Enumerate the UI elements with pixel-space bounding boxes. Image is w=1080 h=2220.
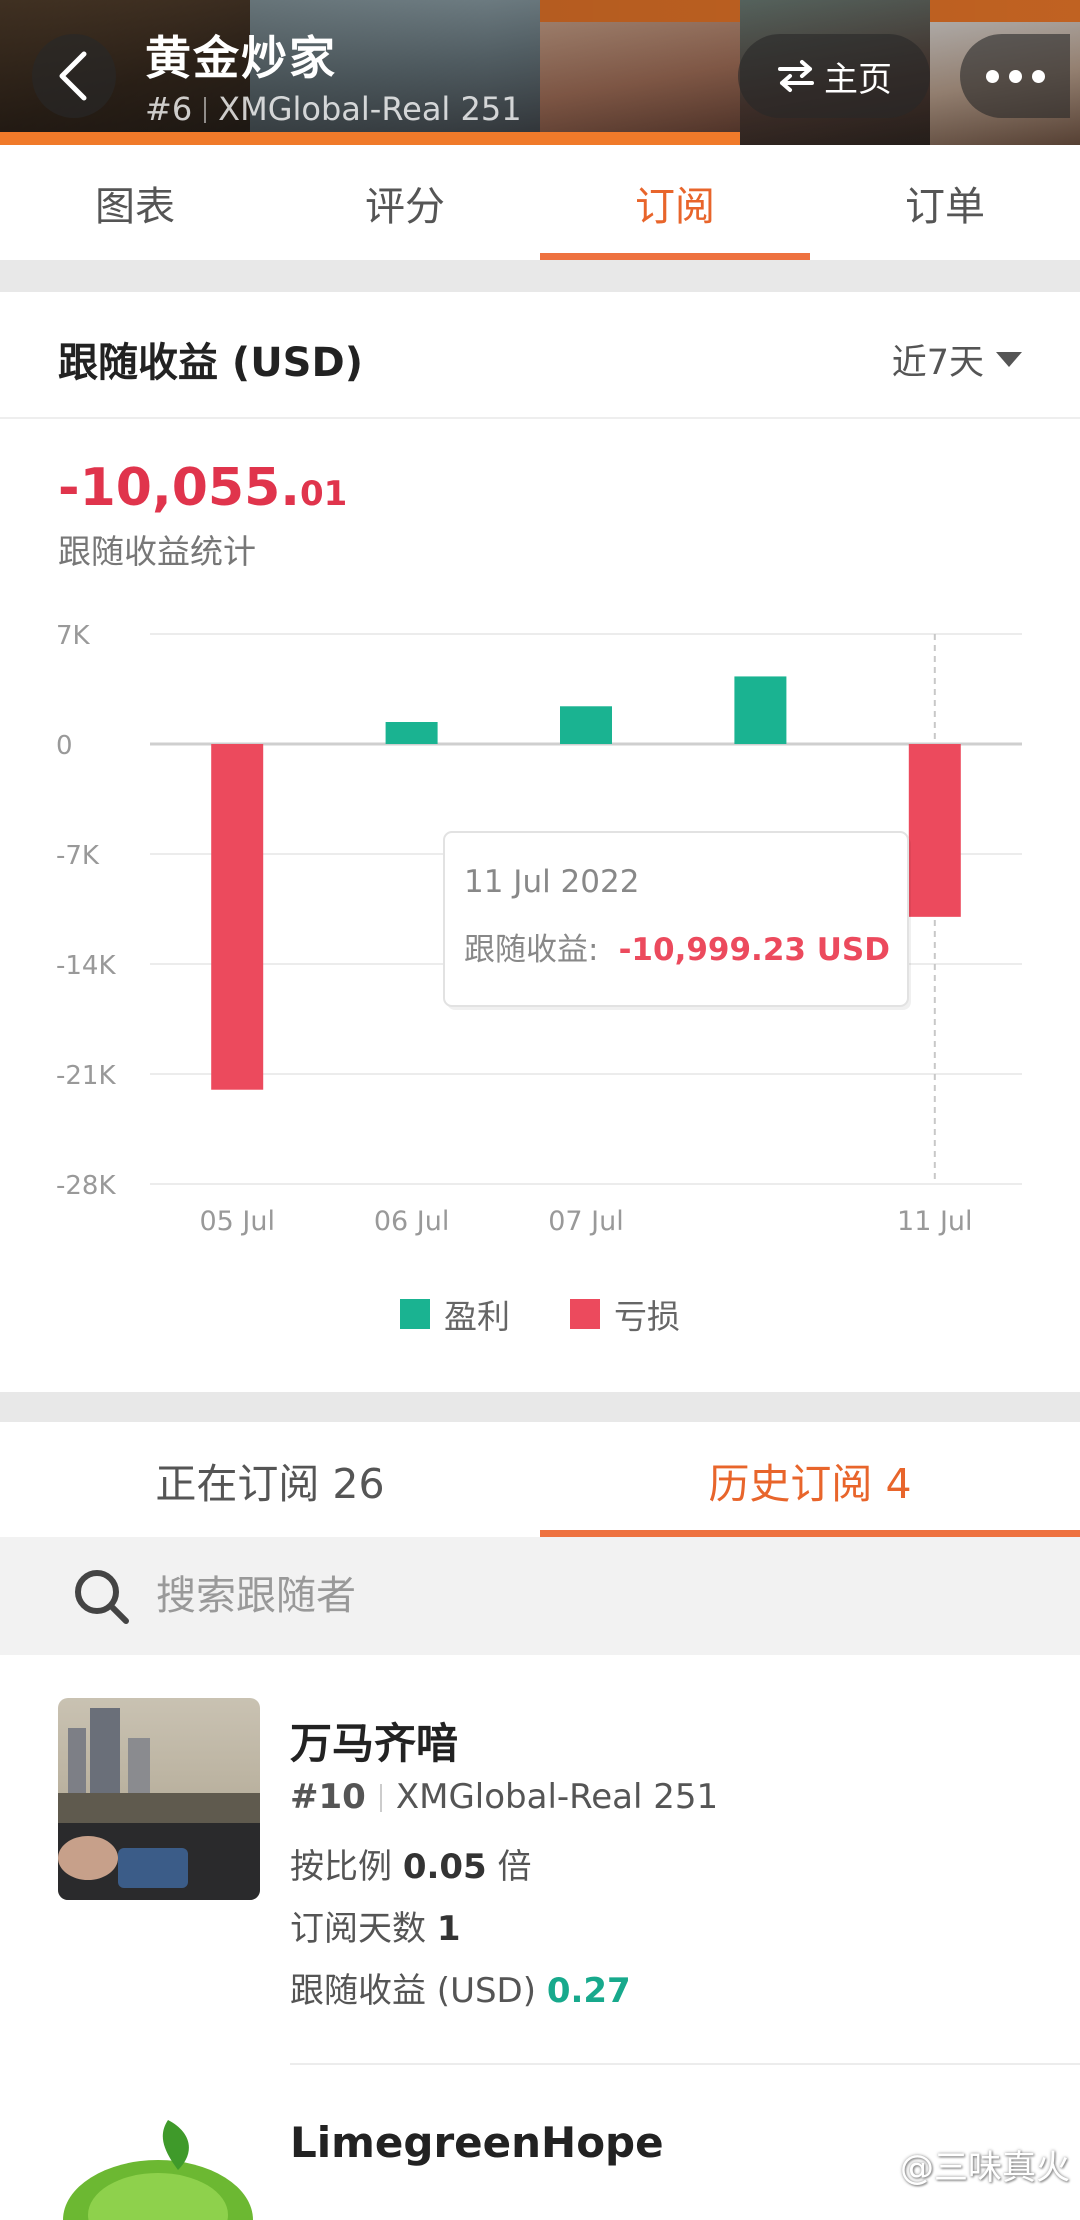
chart-bar xyxy=(908,744,961,917)
follower-ratio-line: 按比例 0.05 倍 xyxy=(290,1839,532,1888)
tab-orders[interactable]: 订单 xyxy=(810,145,1080,260)
list-divider xyxy=(290,2063,1080,2065)
search-icon xyxy=(75,1570,129,1624)
trader-subtitle: #6 XMGlobal-Real 251 xyxy=(145,90,522,128)
follower-rank: #10 xyxy=(290,1777,366,1817)
tooltip-label: 跟随收益: xyxy=(464,932,598,968)
x-tick-label: 11 Jul xyxy=(897,1206,973,1237)
x-tick-label: 05 Jul xyxy=(199,1206,275,1237)
lime-photo xyxy=(58,2110,260,2220)
legend-item-profit[interactable]: 盈利 xyxy=(400,1290,510,1338)
list-item[interactable]: 万马齐喑 #10 XMGlobal-Real 251 按比例 0.05 倍 订阅天… xyxy=(0,1655,1080,2065)
total-profit: -10,055.01 xyxy=(58,458,347,518)
tab-rating[interactable]: 评分 xyxy=(270,145,540,260)
x-tick-label: 07 Jul xyxy=(548,1206,624,1237)
follower-profit-line: 跟随收益 (USD) 0.27 xyxy=(290,1963,631,2012)
tab-subscription[interactable]: 订阅 xyxy=(540,145,810,260)
tooltip-date: 11 Jul 2022 xyxy=(464,864,639,900)
page-title: 黄金炒家 xyxy=(145,31,337,85)
ratio-label: 按比例 xyxy=(290,1847,392,1887)
chevron-left-icon xyxy=(59,51,87,101)
total-profit-decimals: 01 xyxy=(300,474,348,514)
follower-avatar xyxy=(58,1698,260,1900)
more-button[interactable] xyxy=(960,34,1070,118)
follower-days-line: 订阅天数 1 xyxy=(290,1901,460,1950)
main-tabs: 图表 评分 订阅 订单 xyxy=(0,145,1080,260)
tab-history-subscriptions[interactable]: 历史订阅 4 xyxy=(540,1422,1080,1537)
subscription-tabs: 正在订阅 26 历史订阅 4 xyxy=(0,1422,1080,1537)
ratio-value: 0.05 xyxy=(402,1847,487,1887)
profit-bar-chart[interactable]: 7K 0 -7K -14K -21K -28K 05 Jul 06 Jul 07 Jul 11 J… xyxy=(0,610,1080,1250)
header-accent-bar xyxy=(0,132,740,145)
more-dot-icon xyxy=(1008,69,1022,83)
back-button[interactable] xyxy=(32,34,116,118)
legend-item-loss[interactable]: 亏损 xyxy=(570,1290,680,1338)
section-divider xyxy=(0,1392,1080,1422)
y-tick-label: -14K xyxy=(56,951,116,981)
chart-bar xyxy=(211,744,264,1090)
trader-rank: #6 xyxy=(145,90,193,128)
y-tick-label: -7K xyxy=(56,841,100,871)
search-bar xyxy=(0,1537,1080,1655)
home-button[interactable]: 主页 xyxy=(738,34,930,118)
chart-tooltip xyxy=(443,831,909,1007)
trader-server: XMGlobal-Real 251 xyxy=(218,90,522,128)
legend-swatch-loss xyxy=(570,1299,600,1329)
watermark: @三味真火 xyxy=(900,2148,1070,2188)
chart-bar xyxy=(734,676,787,744)
days-label: 订阅天数 xyxy=(290,1909,426,1949)
period-label: 近7天 xyxy=(891,343,984,383)
ratio-unit: 倍 xyxy=(497,1847,532,1887)
follower-avatar[interactable] xyxy=(58,2110,260,2220)
follower-name: 万马齐喑 xyxy=(290,1719,459,1768)
total-profit-main: -10,055. xyxy=(58,458,300,518)
tab-chart[interactable]: 图表 xyxy=(0,145,270,260)
more-dot-icon xyxy=(985,69,999,83)
total-profit-label: 跟随收益统计 xyxy=(58,532,256,571)
chart-bar xyxy=(385,722,438,744)
y-tick-label: 7K xyxy=(56,621,91,651)
chart-legend: 盈利 亏损 xyxy=(0,1290,1080,1338)
follower-profit-value: 0.27 xyxy=(546,1971,631,2011)
tab-current-subscriptions[interactable]: 正在订阅 26 xyxy=(0,1422,540,1537)
more-dot-icon xyxy=(1031,69,1045,83)
follower-photo xyxy=(58,1698,260,1900)
y-tick-label: 0 xyxy=(56,731,73,761)
days-value: 1 xyxy=(436,1909,461,1949)
x-tick-label: 06 Jul xyxy=(374,1206,450,1237)
divider xyxy=(204,97,207,123)
chart-bar xyxy=(560,706,612,744)
follower-profit-label: 跟随收益 (USD) xyxy=(290,1971,536,2011)
follower-server: XMGlobal-Real 251 xyxy=(395,1777,719,1817)
swap-icon xyxy=(778,60,814,92)
legend-label-profit: 盈利 xyxy=(444,1297,510,1336)
follower-rank-line: #10 XMGlobal-Real 251 xyxy=(290,1777,718,1817)
home-button-label: 主页 xyxy=(824,59,892,100)
section-divider xyxy=(0,260,1080,292)
legend-label-loss: 亏损 xyxy=(614,1297,680,1336)
divider xyxy=(379,1784,382,1812)
tooltip-value: -10,999.23 USD xyxy=(619,932,890,968)
profile-header: 黄金炒家 #6 XMGlobal-Real 251 主页 xyxy=(0,0,1080,145)
profit-title: 跟随收益 (USD) xyxy=(58,340,363,386)
search-input[interactable] xyxy=(154,1572,958,1620)
period-selector[interactable]: 近7天 xyxy=(892,334,1022,385)
follower-name[interactable]: LimegreenHope xyxy=(290,2118,664,2167)
legend-swatch-profit xyxy=(400,1299,430,1329)
profit-card-header: 跟随收益 (USD) 近7天 xyxy=(0,292,1080,419)
caret-down-icon xyxy=(996,352,1022,367)
y-tick-label: -21K xyxy=(56,1061,116,1091)
y-tick-label: -28K xyxy=(56,1171,116,1201)
